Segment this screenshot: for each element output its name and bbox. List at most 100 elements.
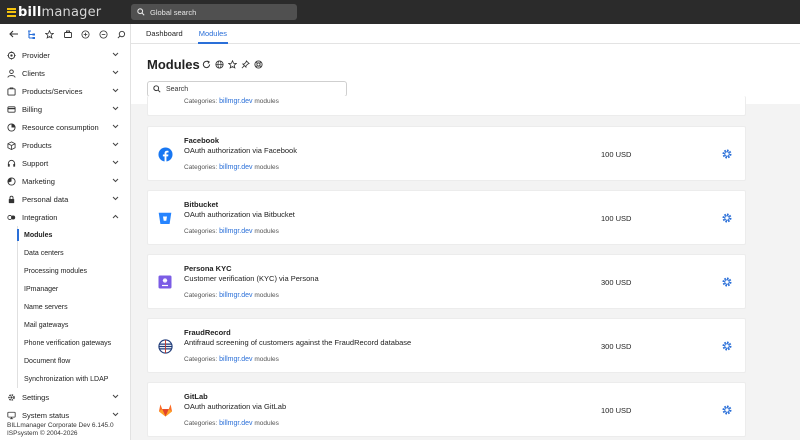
module-search-input[interactable]: Search <box>147 81 347 97</box>
gear-icon[interactable] <box>721 404 733 416</box>
copyright-text: ISPsystem © 2004-2026 <box>7 430 78 437</box>
sidebar-item-label: Support <box>22 158 49 168</box>
back-arrow-icon[interactable] <box>5 26 23 42</box>
chevron-down-icon <box>112 178 119 183</box>
sidebar-item-label: Products/Services <box>22 86 83 96</box>
search-icon <box>137 8 145 16</box>
sidebar-item-products[interactable]: Products <box>0 136 130 154</box>
sidebar-subitem-name-servers[interactable]: Name servers <box>0 298 130 316</box>
tab-modules[interactable]: Modules <box>197 29 229 44</box>
sidebar-subitem-data-centers[interactable]: Data centers <box>0 244 130 262</box>
sidebar-item-settings[interactable]: Settings <box>0 388 130 406</box>
gear-icon[interactable] <box>721 340 733 352</box>
expand-all-icon[interactable] <box>76 26 94 42</box>
refresh-icon[interactable] <box>202 60 211 69</box>
page-header: Modules Search <box>131 44 800 104</box>
globe-icon[interactable] <box>215 60 224 69</box>
category-link[interactable]: billmgr.dev <box>219 356 252 363</box>
gear-icon[interactable] <box>721 148 733 160</box>
chevron-down-icon <box>112 70 119 75</box>
collapse-all-icon[interactable] <box>94 26 112 42</box>
main-content: Dashboard Modules Modules Search Categor… <box>131 24 800 440</box>
sidebar-subitem-processing-modules[interactable]: Processing modules <box>0 262 130 280</box>
logo-mark-icon <box>7 7 16 17</box>
sidebar-item-personal-data[interactable]: Personal data <box>0 190 130 208</box>
category-link[interactable]: billmgr.dev <box>219 420 252 427</box>
products-icon <box>7 140 16 150</box>
chevron-down-icon <box>112 88 119 93</box>
categories-label: Categories: <box>184 164 218 171</box>
sidebar: Provider Clients Products/Services Billi… <box>0 24 131 440</box>
module-description: Antifraud screening of customers against… <box>184 338 412 347</box>
category-link[interactable]: billmgr.dev <box>219 228 252 235</box>
sidebar-subitem-ipmanager[interactable]: IPmanager <box>0 280 130 298</box>
sidebar-item-integration[interactable]: Integration <box>0 208 130 226</box>
page-title: Modules <box>147 57 200 72</box>
module-categories: Categories: billmgr.dev modules <box>184 164 279 171</box>
menu-tree-icon[interactable] <box>23 26 41 42</box>
chevron-down-icon <box>112 142 119 147</box>
module-card-bitbucket[interactable]: Bitbucket OAuth authorization via Bitbuc… <box>147 190 746 245</box>
chevron-down-icon <box>112 394 119 399</box>
module-categories: Categories: billmgr.dev modules <box>184 420 279 427</box>
system-status-icon <box>7 411 16 420</box>
help-icon[interactable] <box>254 60 263 69</box>
module-price: 300 USD <box>601 342 632 351</box>
chevron-up-icon <box>112 214 119 219</box>
category-suffix: modules <box>254 356 279 363</box>
module-description: OAuth authorization via GitLab <box>184 402 287 411</box>
module-card-facebook[interactable]: Facebook OAuth authorization via Faceboo… <box>147 126 746 181</box>
pin-icon[interactable] <box>241 60 250 69</box>
app-logo[interactable]: billmanager <box>7 4 101 20</box>
gear-icon[interactable] <box>721 276 733 288</box>
sidebar-item-label: Clients <box>22 68 45 78</box>
sidebar-item-label: Integration <box>22 212 58 222</box>
billing-icon <box>7 105 16 114</box>
chevron-down-icon <box>112 412 119 417</box>
settings-icon <box>7 393 16 402</box>
module-name: Persona KYC <box>184 264 232 273</box>
sidebar-subitem-synchronization-with-ldap[interactable]: Synchronization with LDAP <box>0 370 130 388</box>
categories-label: Categories: <box>184 98 218 105</box>
module-card-fraudrecord[interactable]: FraudRecord Antifraud screening of custo… <box>147 318 746 373</box>
bitbucket-icon <box>157 210 173 226</box>
chevron-down-icon <box>112 196 119 201</box>
category-link[interactable]: billmgr.dev <box>219 98 252 105</box>
gear-icon[interactable] <box>721 212 733 224</box>
category-suffix: modules <box>254 164 279 171</box>
chevron-down-icon <box>112 124 119 129</box>
favorites-star-icon[interactable] <box>41 26 59 42</box>
categories-label: Categories: <box>184 228 218 235</box>
fraudrecord-icon <box>157 338 173 354</box>
integration-icon <box>7 213 16 222</box>
shopping-cart-icon[interactable] <box>59 26 77 42</box>
sidebar-item-label: Marketing <box>22 176 55 186</box>
global-search-input[interactable]: Global search <box>131 4 297 20</box>
sidebar-search-icon[interactable] <box>112 26 130 42</box>
sidebar-item-marketing[interactable]: Marketing <box>0 172 130 190</box>
sidebar-subitem-modules[interactable]: Modules <box>0 226 130 244</box>
category-link[interactable]: billmgr.dev <box>219 164 252 171</box>
module-card-gitlab[interactable]: GitLab OAuth authorization via GitLab Ca… <box>147 382 746 437</box>
sidebar-item-provider[interactable]: Provider <box>0 46 130 64</box>
sidebar-subitem-mail-gateways[interactable]: Mail gateways <box>0 316 130 334</box>
tab-dashboard[interactable]: Dashboard <box>146 29 183 43</box>
categories-label: Categories: <box>184 420 218 427</box>
personal-data-icon <box>7 195 16 204</box>
module-card-persona-kyc[interactable]: Persona KYC Customer verification (KYC) … <box>147 254 746 309</box>
sidebar-item-support[interactable]: Support <box>0 154 130 172</box>
module-name: GitLab <box>184 392 208 401</box>
module-card[interactable]: Categories: billmgr.dev modules <box>147 96 746 116</box>
sidebar-item-billing[interactable]: Billing <box>0 100 130 118</box>
sidebar-item-label: Settings <box>22 392 50 402</box>
chevron-down-icon <box>112 106 119 111</box>
module-categories: Categories: billmgr.dev modules <box>184 292 279 299</box>
star-icon[interactable] <box>228 60 237 69</box>
sidebar-item-products-services[interactable]: Products/Services <box>0 82 130 100</box>
search-placeholder: Search <box>166 85 189 93</box>
sidebar-item-clients[interactable]: Clients <box>0 64 130 82</box>
sidebar-item-resource-consumption[interactable]: Resource consumption <box>0 118 130 136</box>
sidebar-subitem-document-flow[interactable]: Document flow <box>0 352 130 370</box>
sidebar-subitem-phone-verification-gateways[interactable]: Phone verification gateways <box>0 334 130 352</box>
category-link[interactable]: billmgr.dev <box>219 292 252 299</box>
